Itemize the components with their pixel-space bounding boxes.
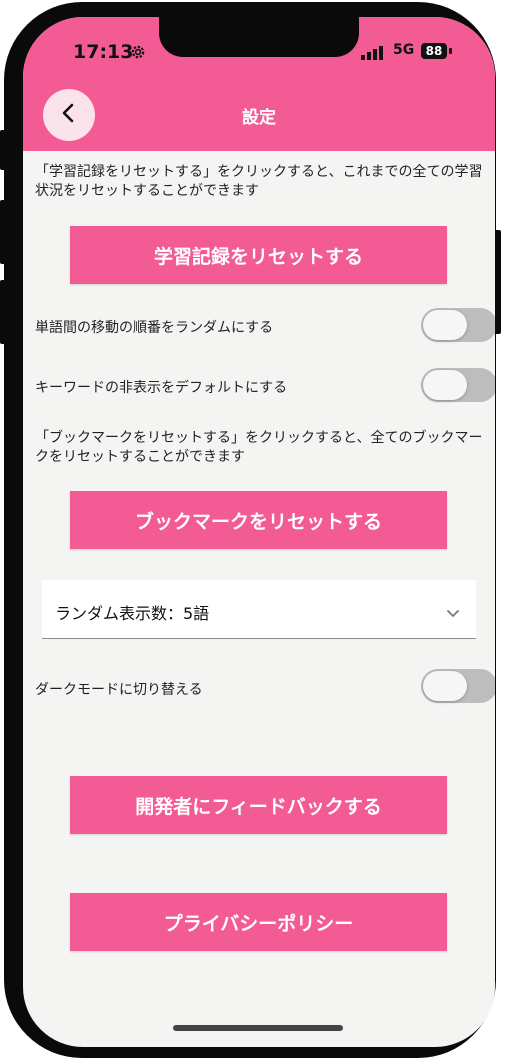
toggle-knob	[423, 671, 467, 701]
network-type: 5G	[393, 42, 415, 58]
reset-bookmarks-description: 「ブックマークをリセットする」をクリックすると、全てのブックマークをリセットする…	[35, 430, 483, 465]
hide-keywords-label: キーワードの非表示をデフォルトにする	[35, 380, 288, 396]
random-order-label: 単語間の移動の順番をランダムにする	[35, 320, 274, 336]
toggle-knob	[423, 370, 467, 400]
page-title: 設定	[242, 108, 276, 128]
notch	[159, 17, 359, 57]
app-header: 17:13 5G 88 設定	[23, 17, 495, 151]
status-time: 17:13	[73, 41, 134, 63]
feedback-button[interactable]: 開発者にフィードバックする	[70, 776, 447, 834]
toggle-knob	[423, 310, 467, 340]
battery-icon: 88	[421, 43, 447, 59]
reset-history-description: 「学習記録をリセットする」をクリックすると、これまでの全ての学習状況をリセットす…	[35, 164, 483, 199]
random-count-value: ランダム表示数：5語	[55, 604, 210, 623]
dark-mode-toggle[interactable]	[421, 669, 495, 703]
home-indicator[interactable]	[173, 1025, 343, 1031]
random-count-select[interactable]: ランダム表示数：5語	[42, 580, 476, 639]
battery-tip	[449, 48, 452, 54]
gear-icon	[130, 44, 146, 63]
random-order-toggle[interactable]	[421, 308, 495, 342]
privacy-policy-button[interactable]: プライバシーポリシー	[70, 893, 447, 951]
phone-frame: 17:13 5G 88 設定 「学習記録をリセットする」をクリックすると、これま…	[4, 2, 496, 1058]
reset-history-button[interactable]: 学習記録をリセットする	[70, 226, 447, 284]
screen: 17:13 5G 88 設定 「学習記録をリセットする」をクリックすると、これま…	[23, 17, 495, 1047]
dark-mode-label: ダークモードに切り替える	[35, 682, 203, 698]
hide-keywords-toggle[interactable]	[421, 368, 495, 402]
signal-icon	[361, 45, 387, 64]
reset-bookmarks-button[interactable]: ブックマークをリセットする	[70, 491, 447, 549]
chevron-down-icon	[446, 604, 460, 623]
